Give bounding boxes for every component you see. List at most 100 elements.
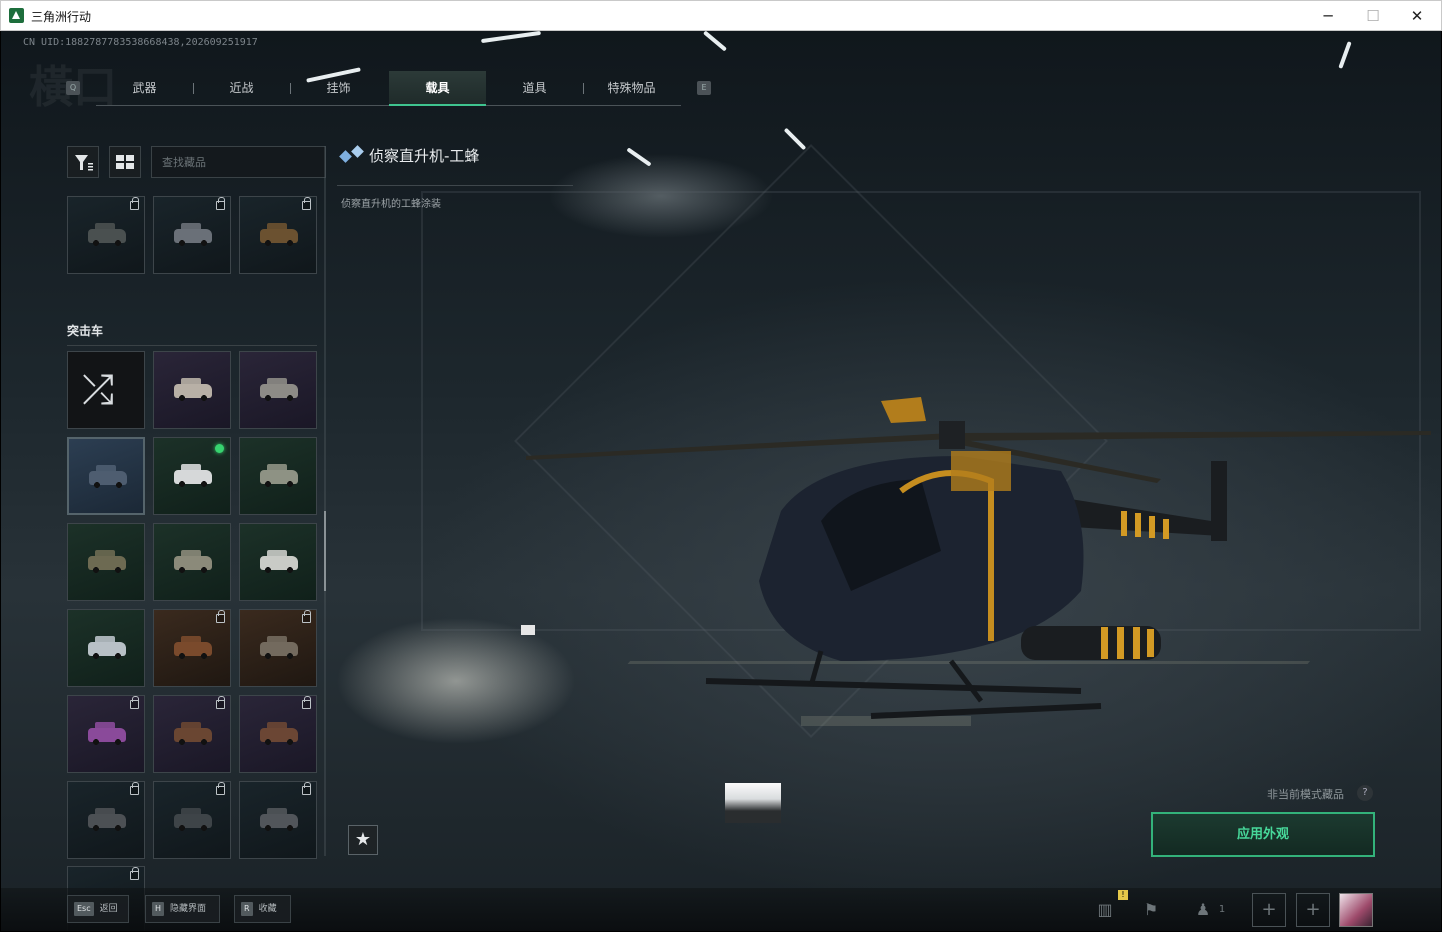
non-current-mode-label: 非当前模式藏品	[1267, 788, 1344, 801]
section-label: 突击车	[67, 322, 317, 346]
lock-icon	[216, 782, 225, 795]
avatar[interactable]	[1339, 893, 1373, 927]
rotor-mast	[939, 421, 965, 449]
filter-icon	[75, 155, 93, 171]
skin-tile[interactable]	[67, 609, 145, 687]
skin-tile-locked[interactable]	[67, 695, 145, 773]
invite-slot-button[interactable]: +	[1296, 893, 1330, 927]
vehicle-thumbnail	[88, 808, 126, 831]
vehicle-thumbnail	[174, 636, 212, 659]
collection-panel: 突击车 ⤮	[67, 146, 327, 931]
lock-icon	[130, 782, 139, 795]
skin-tile-locked[interactable]	[153, 609, 231, 687]
skin-tile[interactable]	[153, 523, 231, 601]
skin-tile-selected[interactable]	[67, 437, 145, 515]
vehicle-thumbnail	[174, 808, 212, 831]
tab-vehicles[interactable]: 载具	[389, 71, 486, 106]
hint-label: 收藏	[258, 904, 277, 914]
rarity-icon	[339, 150, 352, 163]
tab-special-items[interactable]: 特殊物品	[583, 71, 680, 106]
squad-icon[interactable]: ♟	[1191, 898, 1215, 922]
back-hint-button[interactable]: Esc 返回	[67, 895, 129, 923]
squad-count: 1	[1218, 904, 1226, 915]
lock-icon	[130, 696, 139, 709]
rarity-icon	[351, 145, 364, 158]
random-skin-tile[interactable]: ⤮	[67, 351, 145, 429]
close-button[interactable]: ✕	[1395, 4, 1439, 28]
skin-tile-locked[interactable]	[239, 609, 317, 687]
vehicle-thumbnail	[88, 223, 126, 246]
vehicle-thumbnail	[174, 722, 212, 745]
stats-icon[interactable]: ▥	[1093, 898, 1117, 922]
lock-icon	[130, 197, 139, 210]
key-r: R	[241, 901, 253, 916]
skin-tile-locked[interactable]	[153, 781, 231, 859]
apply-skin-button[interactable]: 应用外观	[1151, 812, 1375, 857]
skin-tile[interactable]	[239, 351, 317, 429]
tab-charms[interactable]: 挂饰	[290, 71, 387, 106]
vehicle-thumbnail	[260, 223, 298, 246]
item-title: 侦察直升机-工蜂	[369, 147, 480, 165]
skin-tile-locked[interactable]	[239, 781, 317, 859]
hide-ui-hint-button[interactable]: H 隐藏界面	[145, 895, 220, 923]
vehicle-thumbnail	[260, 464, 298, 487]
skin-tile-locked[interactable]	[239, 196, 317, 274]
skin-tile-locked[interactable]	[239, 695, 317, 773]
skin-tile[interactable]	[239, 523, 317, 601]
next-tab-key: E	[697, 81, 711, 95]
maximize-button[interactable]: ☐	[1351, 4, 1395, 28]
title-divider	[337, 185, 573, 186]
filter-button[interactable]	[67, 146, 99, 178]
game-viewport: CN UID:1882787783538668438,202609251917 …	[1, 31, 1441, 931]
skin-tile[interactable]	[67, 523, 145, 601]
hint-label: 返回	[99, 904, 118, 914]
tab-items[interactable]: 道具	[486, 71, 583, 106]
grid-view-button[interactable]	[109, 146, 141, 178]
vehicle-thumbnail	[88, 722, 126, 745]
prev-tab-key: Q	[66, 81, 80, 95]
favorite-hint-button[interactable]: R 收藏	[234, 895, 291, 923]
favorite-button[interactable]: ★	[348, 825, 378, 855]
skin-tile[interactable]	[239, 437, 317, 515]
scrollbar-thumb[interactable]	[324, 511, 326, 591]
tab-weapons[interactable]: 武器	[96, 71, 193, 106]
help-icon[interactable]: ?	[1357, 785, 1373, 801]
floor-light	[725, 783, 781, 823]
tab-melee[interactable]: 近战	[193, 71, 290, 106]
skin-tile-locked[interactable]	[153, 695, 231, 773]
skin-tile-locked[interactable]	[67, 781, 145, 859]
skin-tile-locked[interactable]	[153, 196, 231, 274]
key-h: H	[152, 901, 165, 916]
flag-icon[interactable]: ⚑	[1139, 898, 1163, 922]
invite-slot-button[interactable]: +	[1252, 893, 1286, 927]
app-logo-icon	[9, 8, 24, 23]
equipped-indicator	[215, 444, 224, 453]
lock-icon	[216, 696, 225, 709]
ceiling-light	[783, 127, 807, 151]
lock-icon	[302, 197, 311, 210]
vehicle-thumbnail	[89, 465, 127, 488]
lock-icon	[216, 197, 225, 210]
star-icon: ★	[354, 829, 372, 850]
vehicle-thumbnail	[260, 378, 298, 401]
window-title: 三角洲行动	[31, 10, 92, 24]
grid-icon	[116, 155, 134, 169]
vehicle-thumbnail	[88, 550, 126, 573]
vehicle-thumbnail	[88, 636, 126, 659]
search-input[interactable]	[151, 146, 326, 178]
skin-tile-equipped[interactable]	[153, 437, 231, 515]
vehicle-thumbnail	[174, 464, 212, 487]
skin-tile[interactable]	[153, 351, 231, 429]
item-description: 侦察直升机的工蜂涂装	[341, 199, 441, 210]
skin-tile-locked[interactable]	[67, 196, 145, 274]
panel-scrollbar[interactable]	[324, 146, 326, 856]
lock-icon	[130, 867, 139, 880]
lock-icon	[302, 610, 311, 623]
hint-label: 隐藏界面	[170, 904, 207, 914]
minimize-button[interactable]: ─	[1306, 4, 1350, 28]
engine-cowl	[951, 451, 1011, 491]
vehicle-thumbnail	[260, 550, 298, 573]
window-titlebar: 三角洲行动 ─ ☐ ✕	[0, 0, 1442, 31]
alert-badge: !	[1118, 890, 1128, 900]
lock-icon	[302, 696, 311, 709]
